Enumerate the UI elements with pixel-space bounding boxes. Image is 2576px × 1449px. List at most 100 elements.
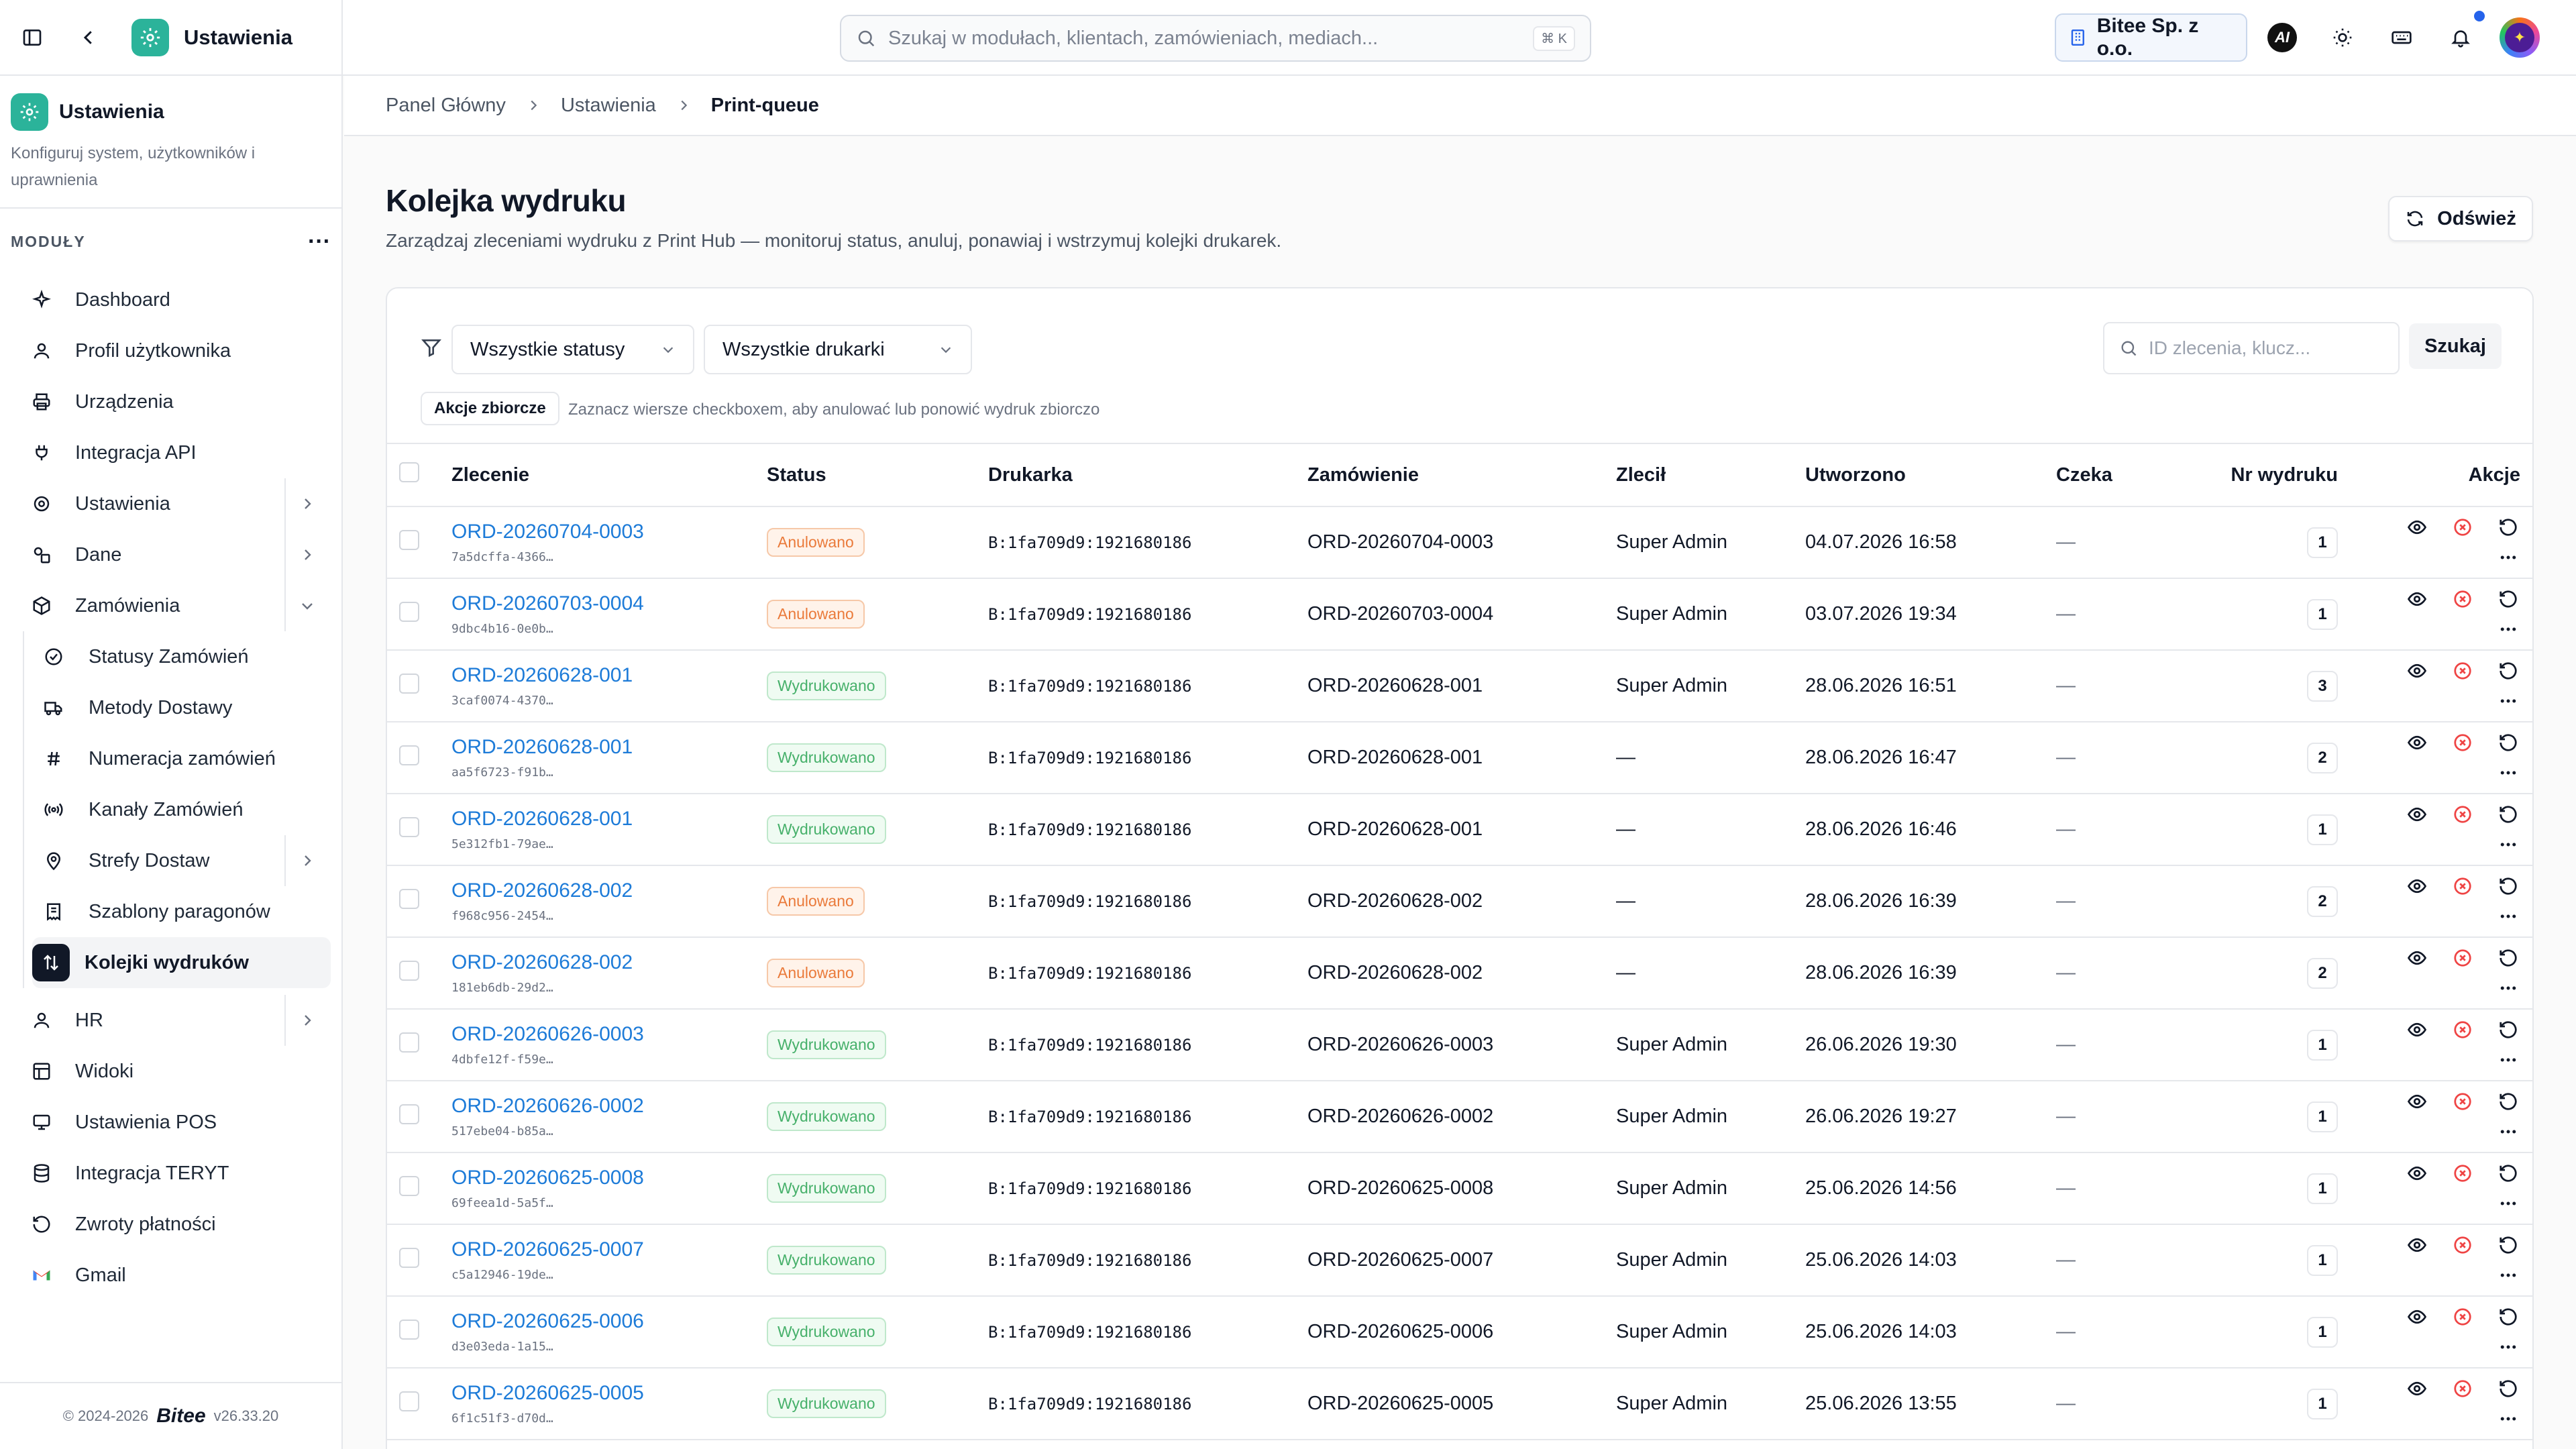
more-options-icon[interactable] [2493,830,2523,859]
sidebar-item-settings[interactable]: Ustawienia [0,478,341,529]
view-eye-icon[interactable] [2402,584,2432,614]
table-row[interactable]: ORD-20260625-0005 6f1c51f3-d70d… Wydrukowa… [387,1368,2532,1440]
col-header-printer[interactable]: Drukarka [988,443,1307,507]
col-header-print-number[interactable]: Nr wydruku [2217,443,2351,507]
retry-icon[interactable] [2493,871,2523,901]
cancel-x-circle-icon[interactable] [2448,943,2477,973]
breadcrumb-settings[interactable]: Ustawienia [561,95,656,117]
sidebar-subitem-order-numbering[interactable]: Numeracja zamówień [0,733,341,784]
more-options-icon[interactable] [2493,1260,2523,1290]
sidebar-subitem-order-channels[interactable]: Kanały Zamówień [0,784,341,835]
retry-icon[interactable] [2493,728,2523,757]
cancel-x-circle-icon[interactable] [2448,1087,2477,1116]
row-checkbox[interactable] [399,1391,419,1411]
retry-icon[interactable] [2493,656,2523,686]
row-checkbox[interactable] [399,960,419,981]
view-eye-icon[interactable] [2402,1374,2432,1403]
col-header-status[interactable]: Status [767,443,988,507]
retry-icon[interactable] [2493,1015,2523,1044]
search-button[interactable]: Szukaj [2409,323,2502,369]
select-all-checkbox[interactable] [399,462,419,482]
more-options-icon[interactable] [2493,686,2523,716]
keyboard-icon[interactable] [2387,23,2416,52]
view-eye-icon[interactable] [2402,728,2432,757]
sidebar-item-pos-settings[interactable]: Ustawienia POS [0,1097,341,1148]
retry-icon[interactable] [2493,1302,2523,1332]
view-eye-icon[interactable] [2402,1230,2432,1260]
table-row[interactable]: ORD-20260626-0002 517ebe04-b85a… Wydrukowa… [387,1081,2532,1153]
view-eye-icon[interactable] [2402,1087,2432,1116]
table-row[interactable]: ORD-20260626-0003 4dbfe12f-f59e… Wydrukowa… [387,1009,2532,1081]
retry-icon[interactable] [2493,1087,2523,1116]
printer-filter-select[interactable]: Wszystkie drukarki [704,325,972,374]
sidebar-item-refunds[interactable]: Zwroty płatności [0,1199,341,1250]
sidebar-item-hr[interactable]: HR [0,995,341,1046]
sidebar-item-gmail[interactable]: Gmail [0,1250,341,1301]
table-row[interactable]: ORD-20260628-002 f968c956-2454… Anulowano B… [387,865,2532,938]
job-id-link[interactable]: ORD-20260628-001 [451,664,767,687]
col-header-waiting[interactable]: Czeka [2056,443,2217,507]
row-checkbox[interactable] [399,1032,419,1053]
breadcrumb-home[interactable]: Panel Główny [386,95,506,117]
more-options-icon[interactable] [2493,614,2523,644]
retry-icon[interactable] [2493,1374,2523,1403]
table-row[interactable]: ORD-20260625-0006 d3e03eda-1a15… Wydrukowa… [387,1296,2532,1368]
retry-icon[interactable] [2493,1159,2523,1188]
view-eye-icon[interactable] [2402,1015,2432,1044]
row-checkbox[interactable] [399,888,419,909]
bell-icon[interactable] [2446,23,2475,52]
job-search-input[interactable]: ID zlecenia, klucz... [2103,322,2400,374]
row-checkbox[interactable] [399,601,419,622]
job-id-link[interactable]: ORD-20260628-001 [451,808,767,830]
company-switcher[interactable]: Bitee Sp. z o.o. [2055,13,2247,62]
row-checkbox[interactable] [399,1319,419,1340]
view-eye-icon[interactable] [2402,943,2432,973]
refresh-button[interactable]: Odśwież [2388,196,2533,241]
view-eye-icon[interactable] [2402,1159,2432,1188]
cancel-x-circle-icon[interactable] [2448,1302,2477,1332]
cancel-x-circle-icon[interactable] [2448,513,2477,542]
view-eye-icon[interactable] [2402,1302,2432,1332]
chevron-right-icon[interactable] [284,995,329,1046]
cancel-x-circle-icon[interactable] [2448,656,2477,686]
retry-icon[interactable] [2493,513,2523,542]
more-options-icon[interactable] [2493,758,2523,788]
job-id-link[interactable]: ORD-20260625-0008 [451,1167,767,1189]
more-options-icon[interactable] [2493,902,2523,931]
chevron-right-icon[interactable] [284,835,329,886]
sidebar-item-data[interactable]: Dane [0,529,341,580]
back-chevron-icon[interactable] [75,24,102,51]
row-checkbox[interactable] [399,816,419,837]
cancel-x-circle-icon[interactable] [2448,871,2477,901]
job-id-link[interactable]: ORD-20260628-001 [451,736,767,759]
sidebar-item-views[interactable]: Widoki [0,1046,341,1097]
row-checkbox[interactable] [399,745,419,765]
sidebar-item-profile[interactable]: Profil użytkownika [0,325,341,376]
job-id-link[interactable]: ORD-20260628-002 [451,951,767,974]
more-options-icon[interactable] [2493,1189,2523,1218]
chevron-right-icon[interactable] [284,478,329,529]
job-id-link[interactable]: ORD-20260626-0003 [451,1023,767,1046]
table-row[interactable]: ORD-20260704-0003 7a5dcffa-4366… Anulowano… [387,506,2532,579]
sidebar-item-orders[interactable]: Zamówienia [0,580,341,631]
more-options-icon[interactable] [2493,973,2523,1003]
retry-icon[interactable] [2493,1230,2523,1260]
sidebar-subitem-delivery-zones[interactable]: Strefy Dostaw [0,835,341,886]
view-eye-icon[interactable] [2402,871,2432,901]
job-id-link[interactable]: ORD-20260628-002 [451,879,767,902]
row-checkbox[interactable] [399,1175,419,1196]
job-id-link[interactable]: ORD-20260703-0004 [451,592,767,615]
cancel-x-circle-icon[interactable] [2448,1159,2477,1188]
cancel-x-circle-icon[interactable] [2448,800,2477,829]
cancel-x-circle-icon[interactable] [2448,728,2477,757]
view-eye-icon[interactable] [2402,513,2432,542]
cancel-x-circle-icon[interactable] [2448,584,2477,614]
sidebar-subitem-print-queues[interactable]: Kolejki wydruków [32,937,331,988]
sidebar-item-api[interactable]: Integracja API [0,427,341,478]
row-checkbox[interactable] [399,529,419,550]
sidebar-subitem-delivery-methods[interactable]: Metody Dostawy [0,682,341,733]
retry-icon[interactable] [2493,584,2523,614]
table-row[interactable]: ORD-20260628-002 181eb6db-29d2… Anulowano B… [387,937,2532,1010]
bulk-actions-button[interactable]: Akcje zbiorcze [421,392,559,425]
table-row[interactable]: ORD-20260625-0007 c5a12946-19de… Wydrukowa… [387,1224,2532,1297]
